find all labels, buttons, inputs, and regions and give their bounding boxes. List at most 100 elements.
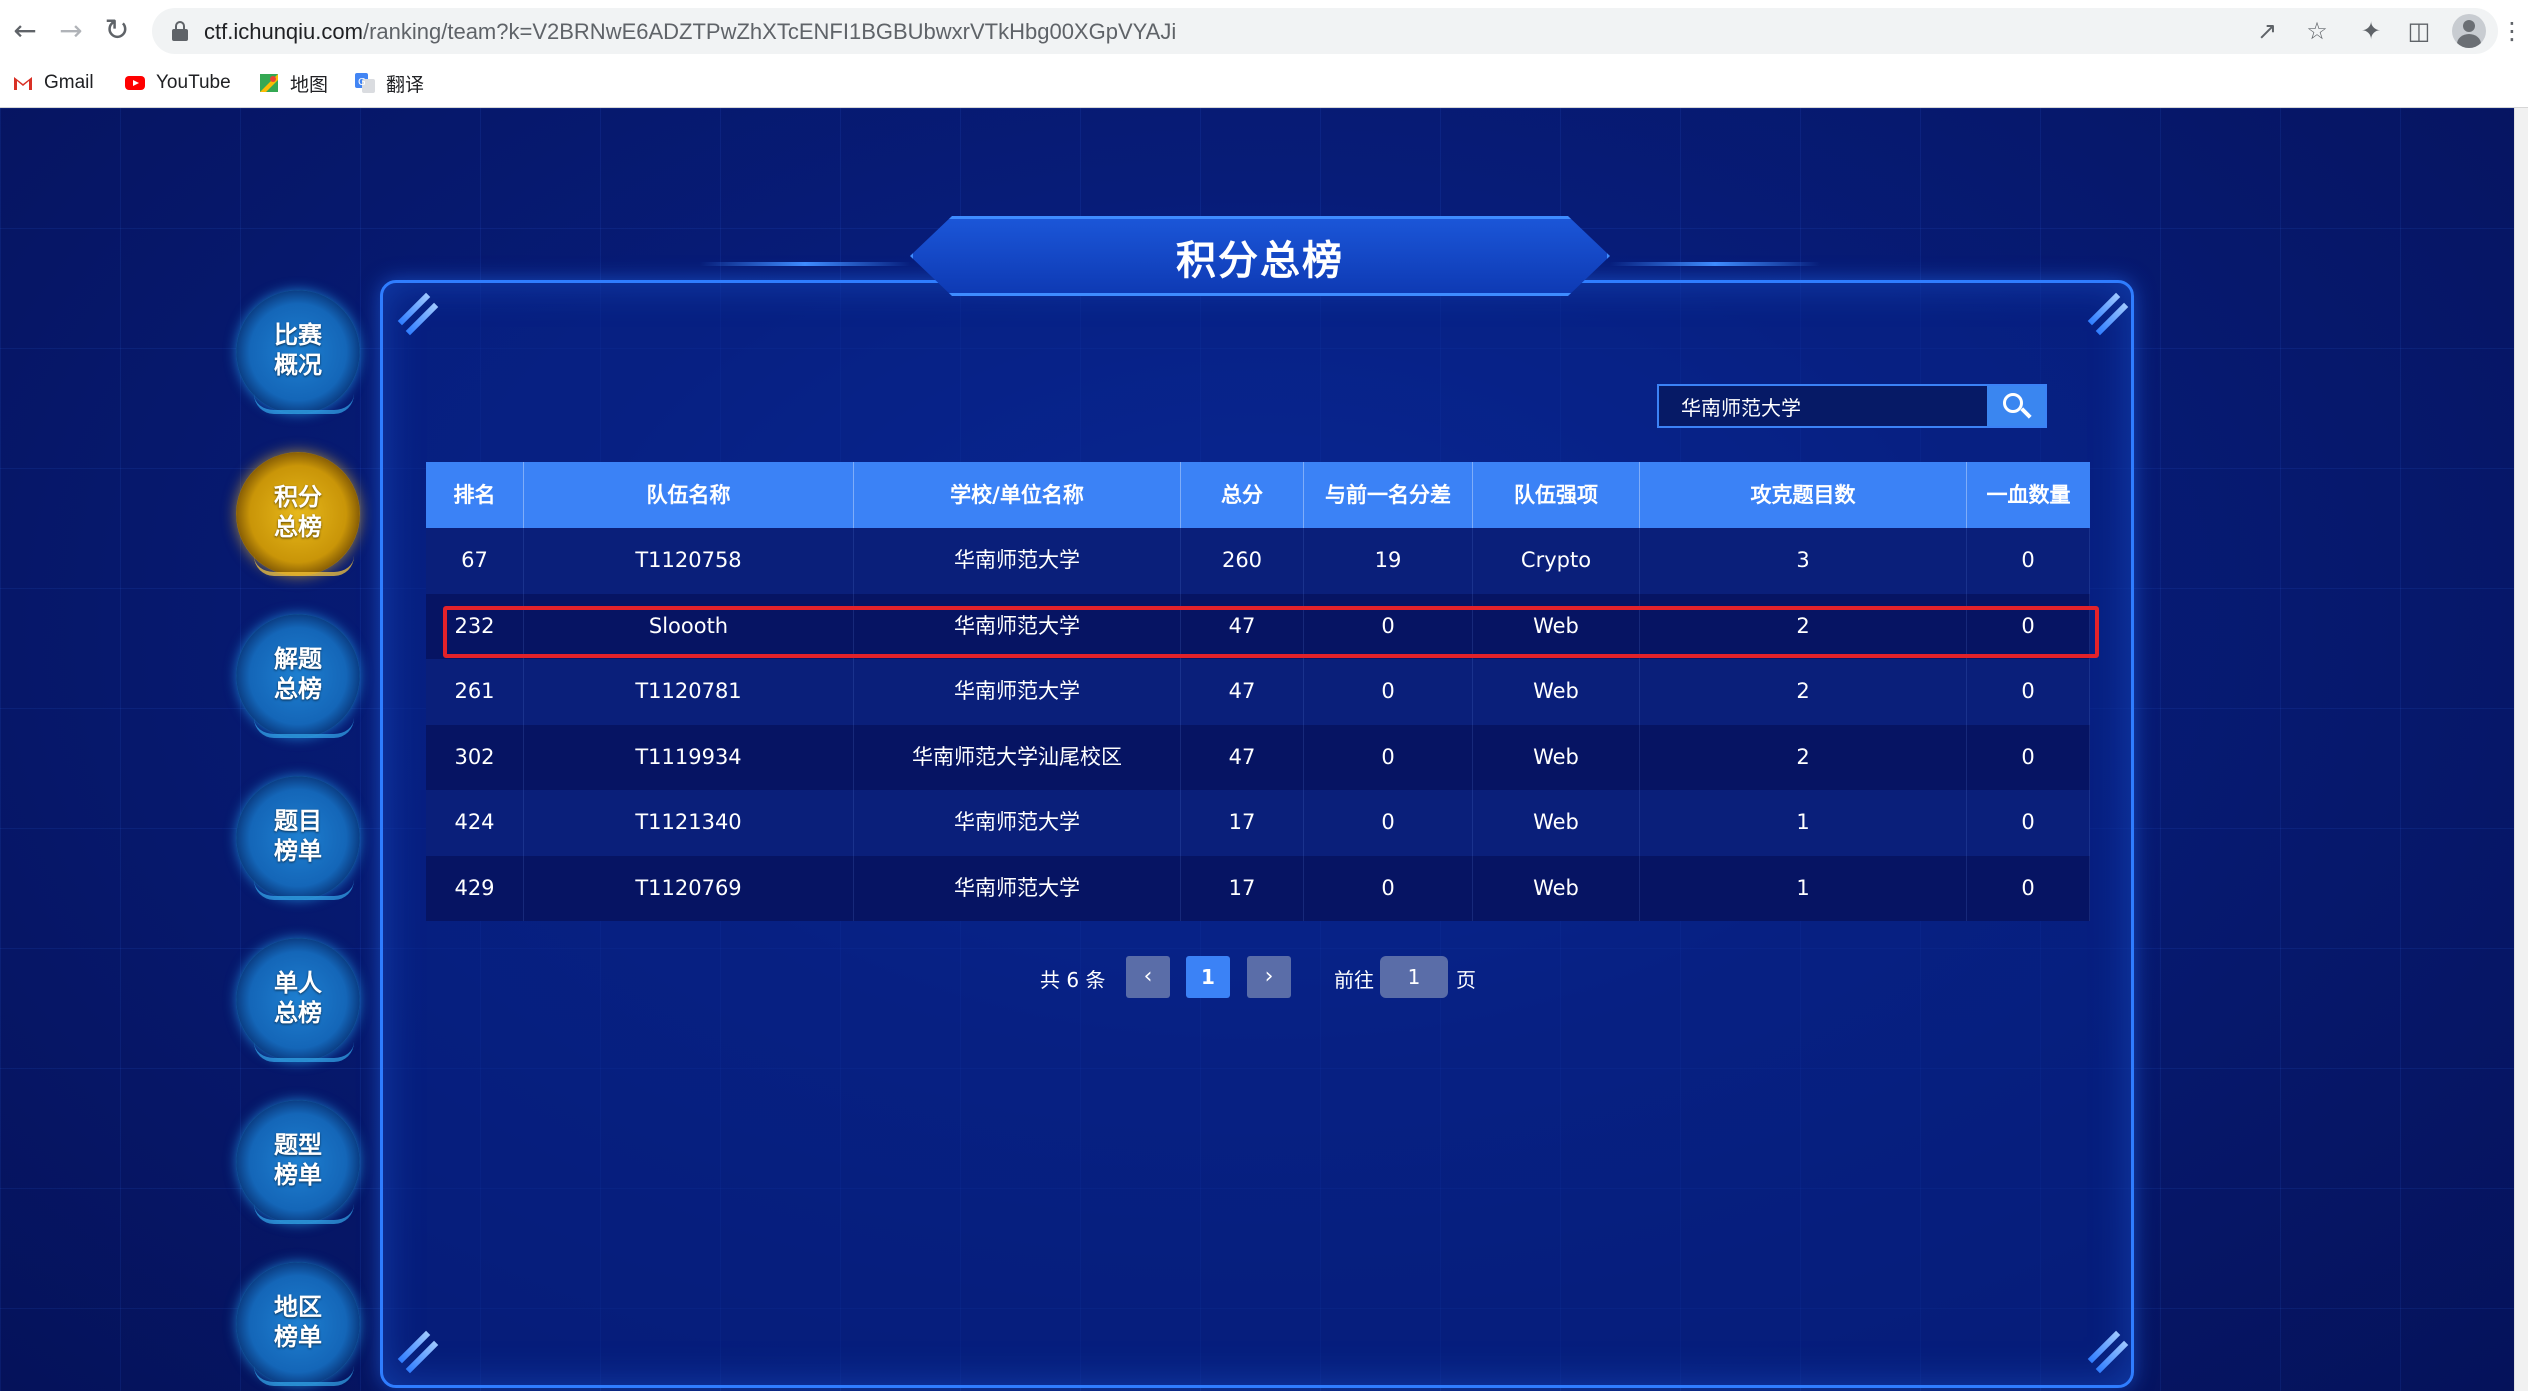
bookmark-gmail[interactable]: Gmail [12, 68, 94, 98]
bookmark-youtube[interactable]: YouTube [124, 68, 231, 98]
browser-chrome: ← → ↻ ctf.ichunqiu.com/ranking/team?k=V2… [0, 0, 2528, 108]
column-header[interactable]: 队伍强项 [1473, 462, 1640, 528]
bookmarks-bar: Gmail YouTube 地图 G 翻译 [0, 64, 2528, 104]
goto-page-input[interactable]: 1 [1380, 956, 1448, 998]
nav-challenge-list[interactable]: 题目 榜单 [236, 776, 360, 900]
cell-score: 17 [1181, 855, 1304, 921]
bookmark-translate[interactable]: G 翻译 [354, 68, 424, 98]
cell-strength: Crypto [1473, 528, 1640, 594]
cell-solved-count: 1 [1640, 855, 1967, 921]
cell-score: 47 [1181, 659, 1304, 725]
nav-points-ranking[interactable]: 积分 总榜 [236, 452, 360, 576]
nav-base [254, 1204, 354, 1224]
cell-solved-count: 1 [1640, 790, 1967, 856]
column-header[interactable]: 一血数量 [1967, 462, 2090, 528]
search-button[interactable] [1987, 386, 2045, 426]
page-scrollbar[interactable] [2514, 108, 2528, 1391]
nav-label: 地区 榜单 [274, 1293, 322, 1351]
nav-category-ranking[interactable]: 题型 榜单 [236, 1100, 360, 1224]
table-row[interactable]: 429 T1120769 华南师范大学 17 0 Web 1 0 [426, 855, 2090, 921]
table-row[interactable]: 261 T1120781 华南师范大学 47 0 Web 2 0 [426, 659, 2090, 725]
cell-solved-count: 3 [1640, 528, 1967, 594]
cell-rank: 429 [426, 855, 524, 921]
table-header: 排名 队伍名称 学校/单位名称 总分 与前一名分差 队伍强项 攻克题目数 一血数… [426, 462, 2090, 528]
cell-first-blood: 0 [1967, 659, 2090, 725]
nav-label: 比赛 概况 [274, 321, 322, 379]
table-body: 67 T1120758 华南师范大学 260 19 Crypto 3 0 2 3 2… [426, 528, 2090, 921]
pagination-total: 共 6 条 [1040, 968, 1106, 992]
youtube-icon [124, 72, 146, 94]
url-host: ctf.ichunqiu.com [204, 19, 363, 44]
page-number-current[interactable]: 1 [1186, 956, 1230, 998]
nav-label: 题目 榜单 [274, 807, 322, 865]
panel-corner-decoration [2082, 1330, 2126, 1374]
star-icon[interactable]: ☆ [2302, 16, 2332, 46]
nav-base [254, 394, 354, 414]
cell-strength: Web [1473, 790, 1640, 856]
nav-solve-ranking[interactable]: 解题 总榜 [236, 614, 360, 738]
nav-base [254, 1042, 354, 1062]
cell-score-gap: 19 [1304, 528, 1473, 594]
next-page-button[interactable]: › [1247, 956, 1291, 998]
back-icon[interactable]: ← [8, 14, 42, 48]
gmail-icon [12, 72, 34, 94]
cell-school: 华南师范大学 [854, 790, 1181, 856]
cell-rank: 261 [426, 659, 524, 725]
browser-toolbar: ← → ↻ ctf.ichunqiu.com/ranking/team?k=V2… [0, 0, 2528, 62]
bookmark-label: YouTube [156, 72, 231, 93]
nav-label: 题型 榜单 [274, 1131, 322, 1189]
search-box [1657, 384, 2047, 428]
goto-label: 前往 [1334, 968, 1374, 992]
column-header[interactable]: 与前一名分差 [1304, 462, 1473, 528]
cell-team-name: T1119934 [524, 724, 854, 790]
nav-region-ranking[interactable]: 地区 榜单 [236, 1262, 360, 1386]
bookmark-maps[interactable]: 地图 [258, 68, 328, 98]
forward-icon[interactable]: → [54, 14, 88, 48]
table-row[interactable]: 424 T1121340 华南师范大学 17 0 Web 1 0 [426, 790, 2090, 856]
cell-rank: 67 [426, 528, 524, 594]
cell-school: 华南师范大学汕尾校区 [854, 724, 1181, 790]
cell-solved-count: 2 [1640, 659, 1967, 725]
search-input[interactable] [1659, 386, 1989, 426]
cell-score: 47 [1181, 724, 1304, 790]
cell-team-name: T1120758 [524, 528, 854, 594]
panel-corner-decoration [392, 292, 436, 336]
extensions-icon[interactable]: ✦ [2356, 16, 2386, 46]
profile-avatar-icon[interactable] [2452, 14, 2486, 48]
more-menu-icon[interactable]: ⋮ [2500, 14, 2524, 48]
nav-base [254, 880, 354, 900]
address-bar[interactable]: ctf.ichunqiu.com/ranking/team?k=V2BRNwE6… [152, 8, 2498, 54]
nav-label: 积分 总榜 [274, 483, 322, 541]
nav-label: 单人 总榜 [274, 969, 322, 1027]
cell-score-gap: 0 [1304, 724, 1473, 790]
column-header[interactable]: 攻克题目数 [1640, 462, 1967, 528]
bookmark-label: 地图 [290, 74, 329, 96]
cell-rank: 424 [426, 790, 524, 856]
cell-first-blood: 0 [1967, 724, 2090, 790]
table-row[interactable]: 67 T1120758 华南师范大学 260 19 Crypto 3 0 [426, 528, 2090, 594]
side-panel-icon[interactable]: ◫ [2404, 16, 2434, 46]
cell-solved-count: 2 [1640, 724, 1967, 790]
column-header[interactable]: 排名 [426, 462, 524, 528]
goto-suffix: 页 [1456, 968, 1476, 992]
title-wing-left [700, 262, 910, 266]
page-title: 积分总榜 [1176, 238, 1344, 284]
cell-strength: Web [1473, 659, 1640, 725]
reload-icon[interactable]: ↻ [100, 14, 134, 48]
cell-first-blood: 0 [1967, 790, 2090, 856]
nav-base [254, 556, 354, 576]
nav-base [254, 718, 354, 738]
table-row[interactable]: 302 T1119934 华南师范大学汕尾校区 47 0 Web 2 0 [426, 724, 2090, 790]
nav-match-overview[interactable]: 比赛 概况 [236, 290, 360, 414]
column-header[interactable]: 学校/单位名称 [854, 462, 1181, 528]
column-header[interactable]: 总分 [1181, 462, 1304, 528]
column-header[interactable]: 队伍名称 [524, 462, 854, 528]
nav-individual-ranking[interactable]: 单人 总榜 [236, 938, 360, 1062]
prev-page-button[interactable]: ‹ [1126, 956, 1170, 998]
cell-score-gap: 0 [1304, 790, 1473, 856]
cell-school: 华南师范大学 [854, 528, 1181, 594]
share-icon[interactable]: ↗ [2252, 16, 2282, 46]
svg-text:G: G [358, 77, 366, 88]
chevron-left-icon: ‹ [1143, 964, 1153, 989]
url-text[interactable]: ctf.ichunqiu.com/ranking/team?k=V2BRNwE6… [204, 19, 1176, 45]
